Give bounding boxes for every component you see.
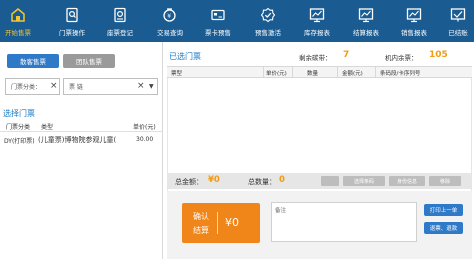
filter-row: 门票分类： × 票 链 × ▼ <box>0 78 163 95</box>
column-header: 条码段/卡序列号 <box>380 71 421 77</box>
column-header: 单价(元) <box>266 71 287 77</box>
ticket-list-header: 门票分类 类型 单价(元) <box>0 120 162 132</box>
column-header: 单价(元) <box>133 124 156 131</box>
toolbar-card-presale[interactable]: 票卡预售 <box>198 0 238 42</box>
ticket-ops-icon <box>66 7 78 23</box>
id-info-button[interactable]: 身份信息 <box>389 176 425 186</box>
toolbar-ticket-ops[interactable]: 门票操作 <box>52 0 92 42</box>
total-amount-label: 总金额： <box>175 178 203 186</box>
seat-register-icon <box>114 7 126 23</box>
toolbar-label: 库存报表 <box>304 29 330 37</box>
selected-tickets-title: 已选门票 <box>169 52 201 61</box>
top-toolbar: 开始售票 门票操作 座票登记 ¥ 交易查询 票卡预售 预售激活 库存报表 结算报… <box>0 0 474 42</box>
selected-table-header: 票型 单价(元) 数量 金额(元) 条码段/卡序列号 <box>167 66 472 78</box>
toolbar-start-sale[interactable]: 开始售票 <box>0 0 38 42</box>
toolbar-checked-out[interactable]: 已结账 <box>438 0 474 42</box>
checkout-area: 确认 结算 ¥0 备注 打印上一单 退票、退款 <box>167 191 472 259</box>
column-header: 票型 <box>171 71 183 77</box>
tab-individual-sale[interactable]: 散客售票 <box>7 54 59 68</box>
total-qty-label: 总数量： <box>248 178 276 186</box>
toolbar-stock-report[interactable]: 库存报表 <box>297 0 337 42</box>
selected-tickets-header: 已选门票 剩余碳带： 7 机内余票： 105 <box>165 50 474 64</box>
svg-text:¥: ¥ <box>167 13 171 20</box>
toolbar-label: 结算报表 <box>353 29 379 37</box>
clear-icon[interactable]: × <box>50 81 58 91</box>
home-icon <box>11 8 25 22</box>
toolbar-label: 已结账 <box>448 29 468 37</box>
confirm-label-line2: 结算 <box>193 226 209 235</box>
column-header: 金额(元) <box>342 71 363 77</box>
ticket-category-filter-label: 门票分类： <box>11 84 42 91</box>
note-field[interactable]: 备注 <box>271 202 417 242</box>
machine-balance-label: 机内余票： <box>385 54 418 62</box>
confirm-settle-button[interactable]: 确认 结算 ¥0 <box>182 203 260 243</box>
toolbar-label: 座票登记 <box>107 29 133 37</box>
tab-group-sale[interactable]: 团队售票 <box>63 54 115 68</box>
refund-button[interactable]: 退票、退款 <box>424 222 463 234</box>
column-header: 类型 <box>41 124 54 131</box>
ticket-name-cell: (儿童票)博物院参观儿童( <box>38 136 117 144</box>
settlement-report-icon <box>358 8 374 23</box>
toolbar-label: 门票操作 <box>59 29 85 37</box>
toolbar-label: 交易查询 <box>157 29 183 37</box>
presale-activate-icon <box>260 7 276 23</box>
blank-button[interactable] <box>321 176 339 186</box>
toolbar-transaction-search[interactable]: ¥ 交易查询 <box>150 0 190 42</box>
select-ticket-title: 选择门票 <box>3 109 35 118</box>
toolbar-settlement-report[interactable]: 结算报表 <box>346 0 386 42</box>
divider <box>217 212 218 234</box>
clear-icon[interactable]: × <box>137 81 145 91</box>
total-qty-value: 0 <box>279 175 285 185</box>
summary-bar: 总金额： ¥0 总数量： 0 选择条码 身份信息 移除 <box>167 173 472 189</box>
column-header: 门票分类 <box>6 124 31 131</box>
toolbar-label: 票卡预售 <box>205 29 231 37</box>
ticket-select[interactable]: 票 链 × ▼ <box>63 78 158 95</box>
table-row[interactable]: DY(打印票) (儿童票)博物院参观儿童( 30.00 <box>0 135 162 147</box>
ticket-category-cell: DY(打印票) <box>4 138 35 145</box>
column-header: 数量 <box>307 71 319 77</box>
left-panel: 散客售票 团队售票 门票分类： × 票 链 × ▼ 选择门票 门票分类 类型 单… <box>0 42 163 259</box>
remaining-ribbon-value: 7 <box>343 50 350 60</box>
toolbar-sales-report[interactable]: 销售报表 <box>394 0 434 42</box>
checked-out-icon <box>450 8 466 22</box>
ticket-price-cell: 30.00 <box>136 136 154 143</box>
toolbar-label: 预售激活 <box>255 29 281 37</box>
transaction-search-icon: ¥ <box>163 8 176 22</box>
confirm-amount: ¥0 <box>225 216 239 229</box>
toolbar-seat-register[interactable]: 座票登记 <box>100 0 140 42</box>
toolbar-presale-activate[interactable]: 预售激活 <box>248 0 288 42</box>
remaining-ribbon-label: 剩余碳带： <box>299 54 332 62</box>
card-presale-icon <box>211 9 225 21</box>
ticket-select-value: 票 链 <box>69 84 83 91</box>
chevron-down-icon[interactable]: ▼ <box>149 83 154 90</box>
toolbar-label: 开始售票 <box>5 29 31 37</box>
sales-report-icon <box>406 8 422 23</box>
select-barcode-button[interactable]: 选择条码 <box>343 176 385 186</box>
stock-report-icon <box>309 8 325 23</box>
note-label: 备注 <box>275 208 287 214</box>
print-last-order-button[interactable]: 打印上一单 <box>424 204 463 216</box>
confirm-label-line1: 确认 <box>193 212 209 221</box>
toolbar-label: 销售报表 <box>401 29 427 37</box>
total-amount-value: ¥0 <box>208 175 220 185</box>
ticket-category-filter[interactable]: 门票分类： × <box>5 78 60 95</box>
right-panel: 已选门票 剩余碳带： 7 机内余票： 105 票型 单价(元) 数量 金额(元)… <box>165 42 474 259</box>
remove-button[interactable]: 移除 <box>429 176 461 186</box>
machine-balance-value: 105 <box>429 50 448 60</box>
